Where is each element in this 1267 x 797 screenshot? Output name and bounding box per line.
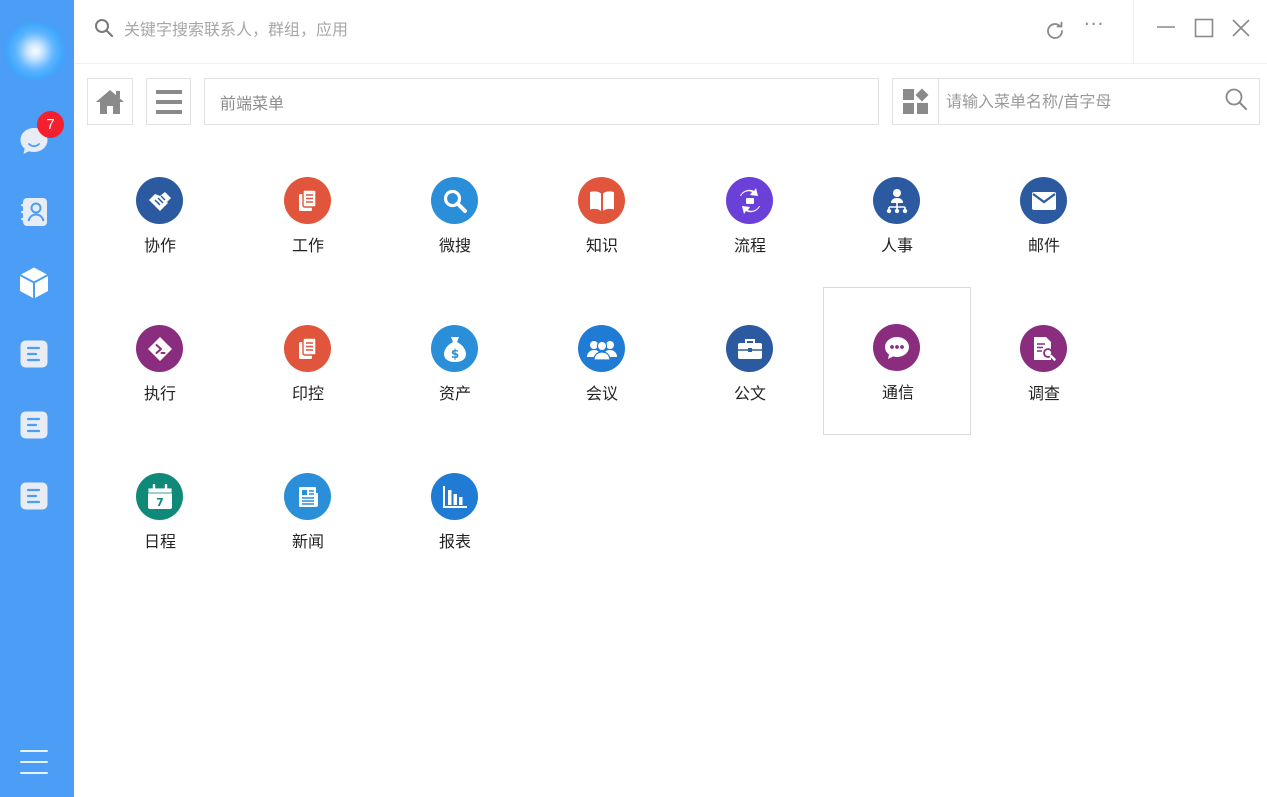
apps-nav-item[interactable]: [17, 266, 51, 300]
avatar[interactable]: [5, 22, 65, 80]
app-tile-communication[interactable]: 通信: [823, 287, 971, 435]
app-tile-meeting[interactable]: 会议: [528, 288, 676, 436]
breadcrumb: 前端菜单: [204, 78, 879, 125]
minimize-icon[interactable]: [1156, 16, 1176, 36]
app-tile-news[interactable]: 新闻: [234, 436, 382, 584]
app-tile-seal-control[interactable]: 印控: [234, 288, 382, 436]
grid-toggle-button[interactable]: [893, 79, 939, 124]
document-nav-item-2[interactable]: [17, 408, 51, 442]
app-tile-assets[interactable]: $ 资产: [381, 288, 529, 436]
app-label: 微搜: [438, 236, 471, 255]
app-tile-work[interactable]: 工作: [234, 140, 382, 288]
hamburger-menu-icon[interactable]: [20, 749, 48, 775]
widgets-icon: [902, 88, 928, 114]
app-label: 工作: [291, 236, 324, 255]
documents-icon: [284, 325, 331, 372]
bar-chart-icon: [431, 473, 478, 520]
list-icon: [155, 89, 182, 114]
contacts-nav-item[interactable]: [17, 195, 51, 229]
app-tile-schedule[interactable]: 7 日程: [86, 436, 234, 584]
newspaper-icon: [284, 473, 331, 520]
refresh-icon[interactable]: [1044, 20, 1066, 42]
more-button[interactable]: ···: [1084, 14, 1104, 35]
execute-icon: [136, 325, 183, 372]
people-icon: [578, 325, 625, 372]
app-tile-hr[interactable]: 人事: [823, 140, 971, 288]
document-icon: [20, 411, 48, 439]
menu-list-button[interactable]: [146, 78, 191, 125]
book-icon: [578, 177, 625, 224]
global-search-input[interactable]: 关键字搜索联系人，群组，应用: [124, 16, 348, 40]
home-icon: [96, 89, 124, 114]
app-label: 邮件: [1027, 236, 1060, 255]
unread-badge: 7: [37, 111, 64, 138]
app-label: 协作: [143, 236, 176, 255]
app-label: 通信: [881, 383, 914, 402]
document-nav-item-3[interactable]: [17, 479, 51, 513]
cube-icon: [19, 267, 49, 299]
close-icon[interactable]: [1231, 18, 1251, 38]
app-label: 印控: [291, 384, 324, 403]
app-label: 会议: [585, 384, 618, 403]
svg-text:7: 7: [156, 496, 164, 509]
title-bar: 关键字搜索联系人，群组，应用 ···: [74, 0, 1267, 64]
org-chart-icon: [873, 177, 920, 224]
sidebar: 7: [0, 0, 74, 797]
app-label: 流程: [733, 236, 766, 255]
speech-bubble-icon: [873, 324, 920, 371]
app-tile-collaboration[interactable]: 协作: [86, 140, 234, 288]
search-icon[interactable]: [1224, 87, 1248, 111]
document-nav-item-1[interactable]: [17, 337, 51, 371]
money-bag-icon: $: [431, 325, 478, 372]
menu-search-box: [892, 78, 1260, 125]
svg-text:$: $: [450, 347, 458, 361]
app-label: 调查: [1027, 384, 1060, 403]
app-tile-official-docs[interactable]: 公文: [676, 288, 824, 436]
search-icon: [95, 19, 114, 38]
search-document-icon: [1020, 325, 1067, 372]
app-label: 新闻: [291, 532, 324, 551]
app-label: 执行: [143, 384, 176, 403]
calendar-icon: 7: [136, 473, 183, 520]
app-label: 日程: [143, 532, 176, 551]
briefcase-icon: [726, 325, 773, 372]
contacts-icon: [21, 198, 47, 226]
documents-icon: [284, 177, 331, 224]
app-tile-execute[interactable]: 执行: [86, 288, 234, 436]
maximize-icon[interactable]: [1194, 18, 1214, 38]
document-icon: [20, 482, 48, 510]
app-tile-knowledge[interactable]: 知识: [528, 140, 676, 288]
title-divider: [1133, 0, 1134, 64]
envelope-icon: [1020, 177, 1067, 224]
app-tile-mail[interactable]: 邮件: [970, 140, 1118, 288]
app-label: 报表: [438, 532, 471, 551]
flow-icon: [726, 177, 773, 224]
breadcrumb-current: 前端菜单: [220, 94, 285, 113]
handshake-icon: [136, 177, 183, 224]
app-tile-survey[interactable]: 调查: [970, 288, 1118, 436]
menu-search-input[interactable]: [946, 89, 1216, 113]
app-tile-reports[interactable]: 报表: [381, 436, 529, 584]
app-label: 人事: [880, 236, 913, 255]
app-tile-workflow[interactable]: 流程: [676, 140, 824, 288]
magnifier-icon: [431, 177, 478, 224]
home-button[interactable]: [87, 78, 133, 125]
document-icon: [20, 340, 48, 368]
app-label: 资产: [438, 384, 471, 403]
app-label: 公文: [733, 384, 766, 403]
app-label: 知识: [585, 236, 618, 255]
app-tile-micro-search[interactable]: 微搜: [381, 140, 529, 288]
